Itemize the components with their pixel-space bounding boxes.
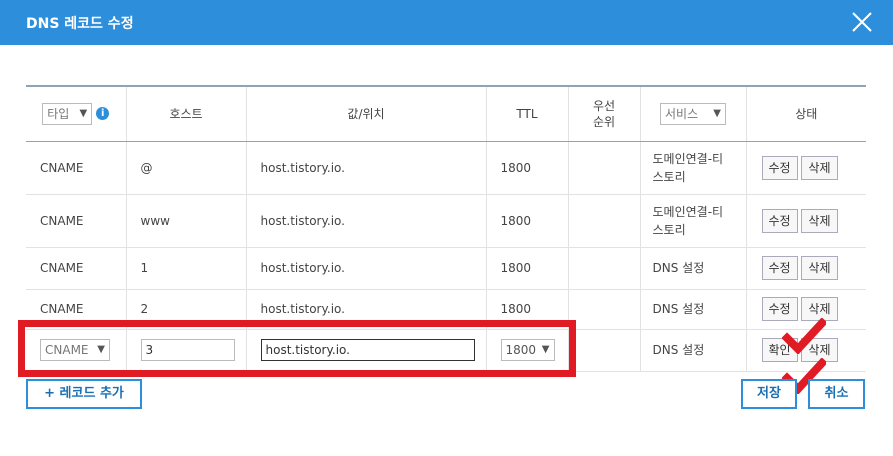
save-button[interactable]: 저장 [741,379,797,409]
cell-service: 도메인연결-티 스토리 [639,141,746,195]
delete-button[interactable]: 삭제 [801,297,838,321]
edit-button[interactable]: 수정 [761,256,798,280]
confirm-button[interactable]: 확인 [761,338,798,362]
cell-ttl: 1800 ▼ [485,329,568,372]
cell-actions: 수정 삭제 [745,141,866,195]
cell-ttl: 1800 [485,289,568,330]
chevron-down-icon: ▼ [97,344,105,355]
cell-priority [567,247,640,290]
cell-service: DNS 설정 [639,289,746,330]
chevron-down-icon: ▼ [713,107,721,119]
close-icon[interactable] [849,9,875,35]
header-service: 서비스 ▼ [639,85,746,142]
edit-button[interactable]: 수정 [761,208,798,233]
add-record-button[interactable]: + 레코드 추가 [26,379,142,409]
delete-button[interactable]: 삭제 [801,256,838,280]
type-select[interactable]: CNAME ▼ [40,339,110,361]
table-header-row: 타입 ▼ i 호스트 값/위치 TTL 우선 순위 서비스 ▼ 상태 [26,85,866,142]
type-select-value: CNAME [45,343,89,357]
table-row: CNAME www host.tistory.io. 1800 도메인연결-티 … [26,194,866,248]
ttl-select[interactable]: 1800 ▼ [500,339,555,361]
dialog-titlebar: DNS 레코드 수정 [0,0,893,45]
cell-host: www [125,194,246,248]
service-filter-label: 서비스 [665,106,699,121]
cell-type: CNAME ▼ [26,329,126,372]
cell-value: host.tistory.io. [245,194,486,248]
cancel-button[interactable]: 취소 [808,379,865,409]
cell-type: CNAME [26,289,126,330]
cell-type: CNAME [26,141,126,195]
cell-service: 도메인연결-티 스토리 [639,194,746,248]
cell-actions: 수정 삭제 [745,247,866,290]
cell-actions: 수정 삭제 [745,289,866,330]
cell-priority [567,141,640,195]
type-filter-label: 타입 [47,106,70,121]
ttl-select-value: 1800 [505,343,537,357]
cell-type: CNAME [26,194,126,248]
header-value: 값/위치 [245,85,486,142]
cell-actions: 확인 삭제 [745,329,866,372]
dns-record-table: 타입 ▼ i 호스트 값/위치 TTL 우선 순위 서비스 ▼ 상태 CNAME @ [26,85,866,372]
cell-ttl: 1800 [485,194,568,248]
cell-value: host.tistory.io. [245,329,486,372]
cell-service: DNS 설정 [639,329,746,372]
edit-button[interactable]: 수정 [761,155,798,180]
header-host: 호스트 [125,85,246,142]
edit-row: CNAME ▼ 3 host.tistory.io. 1800 ▼ DNS 설정 [26,329,866,372]
cell-ttl: 1800 [485,247,568,290]
cell-actions: 수정 삭제 [745,194,866,248]
chevron-down-icon: ▼ [79,107,88,119]
value-input[interactable]: host.tistory.io. [260,339,475,361]
cell-value: host.tistory.io. [245,247,486,290]
cell-host: 2 [125,289,246,330]
type-filter-select[interactable]: 타입 ▼ [42,102,93,125]
header-ttl: TTL [485,85,568,142]
header-type: 타입 ▼ i [26,85,126,142]
chevron-down-icon: ▼ [541,344,550,355]
info-icon[interactable]: i [96,107,110,121]
cell-ttl: 1800 [485,141,568,195]
cell-service: DNS 설정 [639,247,746,290]
cell-value: host.tistory.io. [245,141,486,195]
delete-button[interactable]: 삭제 [801,155,838,180]
cell-host: 3 [125,329,246,372]
header-status: 상태 [745,85,866,142]
cell-priority [567,289,640,330]
table-row: CNAME 1 host.tistory.io. 1800 DNS 설정 수정 … [26,247,866,290]
table-row: CNAME 2 host.tistory.io. 1800 DNS 설정 수정 … [26,289,866,330]
header-priority: 우선 순위 [567,85,640,142]
delete-button[interactable]: 삭제 [801,338,838,362]
host-input[interactable]: 3 [140,339,235,361]
cell-value: host.tistory.io. [245,289,486,330]
service-filter-select[interactable]: 서비스 ▼ [660,102,726,125]
table-row: CNAME @ host.tistory.io. 1800 도메인연결-티 스토… [26,141,866,195]
cell-priority [567,329,640,372]
delete-button[interactable]: 삭제 [801,208,838,233]
cell-type: CNAME [26,247,126,290]
cell-priority [567,194,640,248]
edit-button[interactable]: 수정 [761,297,798,321]
dialog-title: DNS 레코드 수정 [26,16,134,32]
cell-host: 1 [125,247,246,290]
cell-host: @ [125,141,246,195]
